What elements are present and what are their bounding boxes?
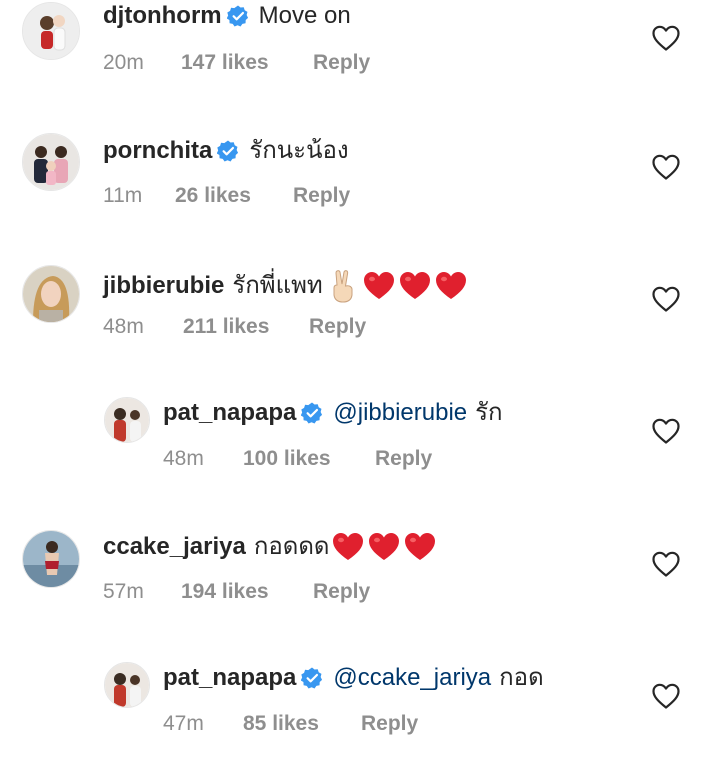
comment-item: pornchita รักนะน้อง 11m 26 likes Reply [0, 133, 720, 243]
verified-badge-icon [217, 140, 239, 162]
comment-text: รักพี่แพท [232, 272, 323, 299]
heart-icon[interactable] [652, 683, 680, 709]
comment-time: 47m [163, 712, 204, 735]
red-heart-icon [332, 532, 364, 562]
avatar[interactable] [104, 662, 150, 708]
avatar[interactable] [22, 133, 80, 191]
victory-hand-icon [329, 269, 357, 303]
heart-icon[interactable] [652, 286, 680, 312]
reply-button[interactable]: Reply [375, 447, 432, 471]
red-heart-icon [435, 271, 467, 301]
avatar[interactable] [104, 397, 150, 443]
reply-button[interactable]: Reply [309, 315, 366, 339]
username[interactable]: djtonhorm [103, 1, 222, 31]
heart-icon[interactable] [652, 418, 680, 444]
comment-item: ccake_jariya กอดดด 57m 194 likes Reply [0, 530, 720, 640]
comment-time: 11m [103, 184, 143, 207]
username[interactable]: pat_napapa [163, 663, 296, 693]
comment-text: กอดดด [253, 533, 330, 560]
like-count[interactable]: 85 likes [243, 712, 361, 736]
heart-icon[interactable] [652, 551, 680, 577]
username[interactable]: jibbierubie [103, 271, 224, 301]
mention-link[interactable]: @ccake_jariya [333, 663, 491, 693]
heart-icon[interactable] [652, 25, 680, 51]
like-count[interactable]: 26 likes [175, 184, 293, 208]
reply-button[interactable]: Reply [293, 184, 350, 208]
like-count[interactable]: 147 likes [181, 51, 313, 75]
verified-badge-icon [301, 667, 323, 689]
comment-item: jibbierubie รักพี่แพท 48m 211 likes Repl… [0, 265, 720, 375]
comment-text: กอด [499, 664, 544, 691]
verified-badge-icon [227, 5, 249, 27]
comment-time: 57m [103, 580, 144, 603]
red-heart-icon [368, 532, 400, 562]
red-heart-icon [399, 271, 431, 301]
verified-badge-icon [301, 402, 323, 424]
comment-time: 20m [103, 51, 144, 74]
avatar[interactable] [22, 265, 80, 323]
like-count[interactable]: 194 likes [181, 580, 313, 604]
avatar[interactable] [22, 2, 80, 60]
reply-button[interactable]: Reply [361, 712, 418, 736]
comment-text: Move on [258, 2, 351, 29]
like-count[interactable]: 211 likes [183, 315, 309, 339]
comment-time: 48m [103, 315, 144, 338]
red-heart-icon [363, 271, 395, 301]
comment-time: 48m [163, 447, 204, 470]
avatar[interactable] [22, 530, 80, 588]
username[interactable]: ccake_jariya [103, 532, 246, 562]
mention-link[interactable]: @jibbierubie [333, 398, 467, 428]
reply-button[interactable]: Reply [313, 580, 370, 604]
comment-reply: pat_napapa @ccake_jariya กอด 47m 85 like… [0, 662, 720, 772]
red-heart-icon [404, 532, 436, 562]
comment-text: รักนะน้อง [249, 137, 349, 164]
username[interactable]: pat_napapa [163, 398, 296, 428]
reply-button[interactable]: Reply [313, 51, 370, 75]
heart-icon[interactable] [652, 154, 680, 180]
comment-item: djtonhorm Move on 20m 147 likes Reply [0, 0, 720, 110]
comment-reply: pat_napapa @jibbierubie รัก 48m 100 like… [0, 397, 720, 507]
username[interactable]: pornchita [103, 136, 212, 166]
like-count[interactable]: 100 likes [243, 447, 375, 471]
comment-text: รัก [475, 399, 503, 426]
